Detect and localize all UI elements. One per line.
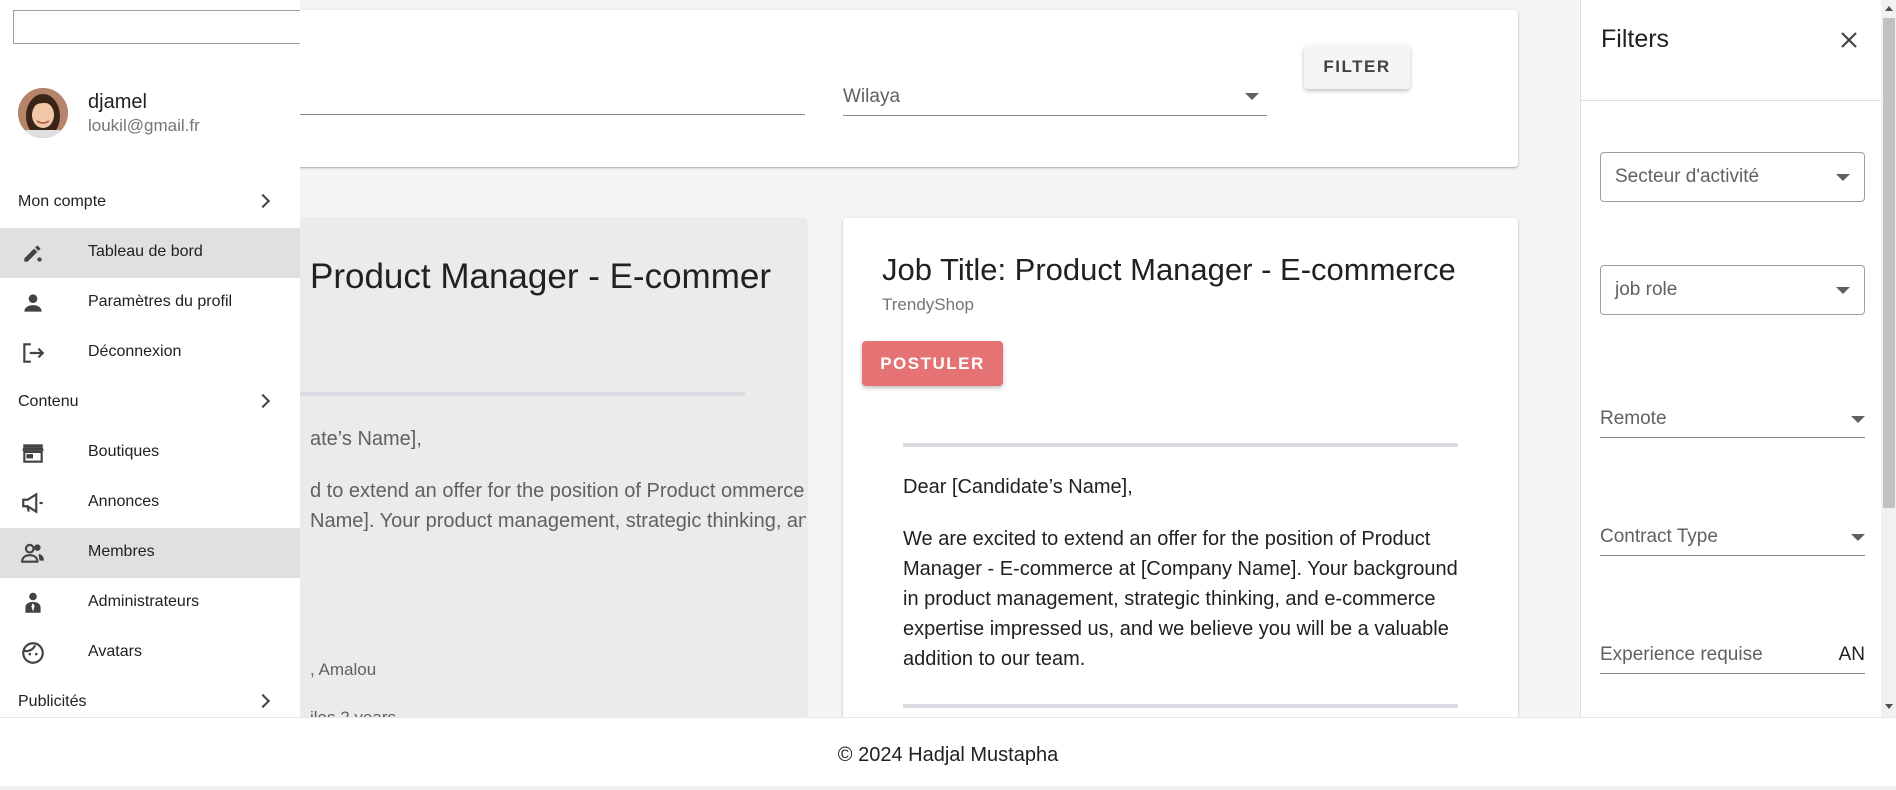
dropdown-arrow-icon — [1836, 287, 1850, 294]
nav-item-label: Annonces — [88, 493, 160, 510]
nav-item-label: Paramètres du profil — [88, 293, 233, 310]
wilaya-label: Wilaya — [843, 86, 901, 107]
section-title: Mon compte — [18, 193, 107, 210]
nav-item-membres[interactable]: Membres — [0, 528, 300, 578]
section-publicites[interactable]: Publicités — [0, 678, 300, 717]
dropdown-arrow-icon — [1836, 174, 1850, 181]
contract-type-select[interactable]: Contract Type — [1600, 516, 1865, 556]
letter-paragraph: We are excited to extend an offer for th… — [903, 528, 1458, 670]
nav-item-label: Membres — [88, 543, 155, 560]
drawer-search-input[interactable] — [13, 10, 300, 44]
divider — [1581, 100, 1896, 101]
filters-panel: Filters Secteur d'activité job role Remo… — [1580, 0, 1896, 717]
avatar[interactable] — [18, 88, 68, 138]
nav-item-boutiques[interactable]: Boutiques — [0, 428, 300, 478]
scroll-down-arrow-icon[interactable] — [1885, 704, 1893, 709]
section-title: Contenu — [18, 393, 79, 410]
letter-signature: , Amalou — [310, 660, 377, 679]
dropdown-arrow-icon — [1851, 534, 1865, 541]
divider — [903, 704, 1458, 708]
nav-item-label: Déconnexion — [88, 343, 182, 360]
nav-item-annonces[interactable]: Annonces — [0, 478, 300, 528]
nav-item-label: Avatars — [88, 643, 142, 660]
letter-signature-extra: ilos 2 years — [310, 708, 396, 717]
nav-item-avatars[interactable]: Avatars — [0, 628, 300, 678]
divider — [250, 392, 745, 396]
remote-select[interactable]: Remote — [1600, 398, 1865, 438]
footer: © 2024 Hadjal Mustapha — [0, 717, 1896, 790]
job-title: Job Title: Product Manager - E-commerce — [882, 252, 1456, 287]
nav-item-deconnexion[interactable]: Déconnexion — [0, 328, 300, 378]
nav-item-tableau-de-bord[interactable]: Tableau de bord — [0, 228, 300, 278]
dropdown-arrow-icon — [1851, 416, 1865, 423]
remote-label: Remote — [1600, 408, 1667, 429]
nav-item-label: Tableau de bord — [88, 243, 203, 260]
scroll-up-arrow-icon[interactable] — [1885, 6, 1893, 11]
user-name: djamel — [88, 91, 147, 113]
store-icon — [22, 444, 44, 463]
secteur-label: Secteur d'activité — [1615, 166, 1760, 187]
user-email: loukil@gmail.fr — [88, 116, 200, 135]
scrollbar-thumb[interactable] — [1883, 18, 1895, 508]
admin-icon — [25, 592, 41, 613]
chevron-right-icon — [255, 693, 271, 709]
nav-item-label: Boutiques — [88, 443, 160, 460]
job-role-select[interactable]: job role — [1600, 265, 1865, 315]
letter-paragraph: d to extend an offer for the position of… — [310, 480, 806, 532]
megaphone-icon — [22, 492, 43, 514]
section-title: Publicités — [18, 693, 87, 710]
filter-button[interactable]: FILTER — [1304, 45, 1410, 89]
nav-item-administrateurs[interactable]: Administrateurs — [0, 578, 300, 628]
company-name: TrendyShop — [882, 295, 974, 314]
experience-label: Experience requise — [1600, 644, 1763, 665]
person-icon — [24, 294, 42, 312]
letter-greeting: Dear [Candidate’s Name], — [903, 476, 1133, 498]
group-icon — [21, 543, 44, 563]
experience-unit: AN — [1838, 644, 1865, 665]
apply-button[interactable]: POSTULER — [862, 341, 1003, 386]
section-contenu[interactable]: Contenu — [0, 378, 300, 428]
wilaya-select[interactable]: Wilaya — [843, 78, 1267, 116]
experience-field[interactable]: Experience requise AN — [1600, 634, 1865, 674]
contract-type-label: Contract Type — [1600, 526, 1718, 547]
dropdown-arrow-icon — [1245, 93, 1259, 100]
navigation-drawer: djamel loukil@gmail.fr Mon compte Tablea… — [0, 0, 300, 717]
filters-scrollbar[interactable] — [1881, 0, 1896, 717]
face-icon — [22, 642, 44, 664]
divider — [903, 443, 1458, 447]
filters-title: Filters — [1601, 25, 1670, 53]
nav-item-label: Administrateurs — [88, 593, 200, 610]
chevron-right-icon — [255, 393, 271, 409]
section-mon-compte[interactable]: Mon compte — [0, 178, 300, 228]
edit-icon — [24, 245, 42, 262]
job-title: Product Manager - E-commer — [310, 257, 771, 296]
avatar-image — [18, 88, 68, 138]
logout-icon — [23, 343, 45, 363]
nav-item-parametres-profil[interactable]: Paramètres du profil — [0, 278, 300, 328]
job-card-right[interactable]: Job Title: Product Manager - E-commerce … — [843, 218, 1518, 717]
copyright-text: © 2024 Hadjal Mustapha — [837, 744, 1059, 766]
secteur-select[interactable]: Secteur d'activité — [1600, 152, 1865, 202]
job-role-label: job role — [1615, 279, 1678, 300]
search-card: Wilaya FILTER — [210, 10, 1518, 167]
chevron-right-icon — [255, 193, 271, 209]
letter-greeting: ate’s Name], — [310, 428, 422, 450]
footer-bottom-border — [0, 786, 1896, 790]
close-icon[interactable] — [1837, 28, 1861, 52]
